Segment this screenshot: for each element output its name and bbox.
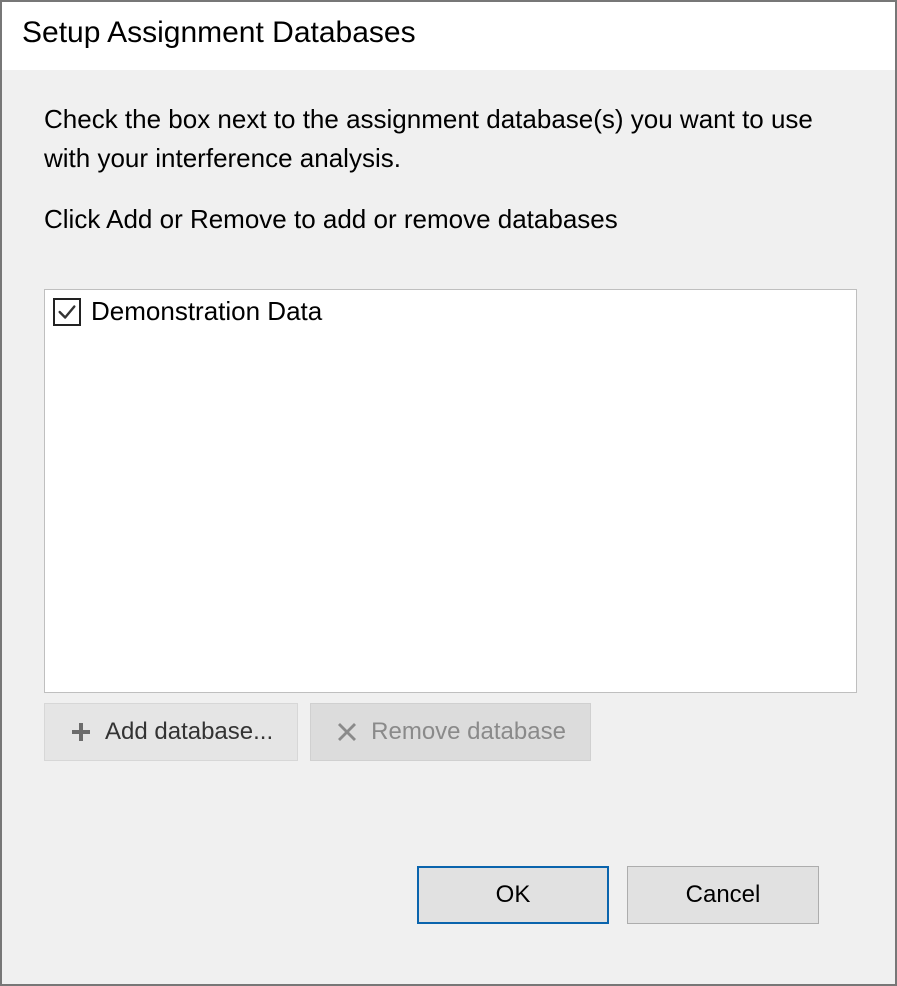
database-item-label: Demonstration Data bbox=[91, 296, 322, 327]
plus-icon bbox=[69, 720, 93, 744]
database-toolbar: Add database... Remove database bbox=[44, 703, 857, 761]
database-listbox[interactable]: Demonstration Data bbox=[44, 289, 857, 693]
remove-database-label: Remove database bbox=[371, 718, 566, 746]
dialog-window: Setup Assignment Databases Check the box… bbox=[0, 0, 897, 986]
list-item[interactable]: Demonstration Data bbox=[51, 296, 850, 327]
add-database-label: Add database... bbox=[105, 718, 273, 746]
dialog-content: Check the box next to the assignment dat… bbox=[2, 70, 895, 984]
cancel-button[interactable]: Cancel bbox=[627, 866, 819, 924]
database-checkbox[interactable] bbox=[53, 298, 81, 326]
remove-database-button: Remove database bbox=[310, 703, 591, 761]
checkmark-icon bbox=[56, 301, 78, 323]
add-database-button[interactable]: Add database... bbox=[44, 703, 298, 761]
ok-button[interactable]: OK bbox=[417, 866, 609, 924]
dialog-footer: OK Cancel bbox=[44, 866, 857, 964]
instruction-text-1: Check the box next to the assignment dat… bbox=[44, 100, 857, 178]
instructions-block: Check the box next to the assignment dat… bbox=[44, 100, 857, 261]
dialog-title: Setup Assignment Databases bbox=[2, 2, 895, 70]
instruction-text-2: Click Add or Remove to add or remove dat… bbox=[44, 200, 857, 239]
x-icon bbox=[335, 720, 359, 744]
